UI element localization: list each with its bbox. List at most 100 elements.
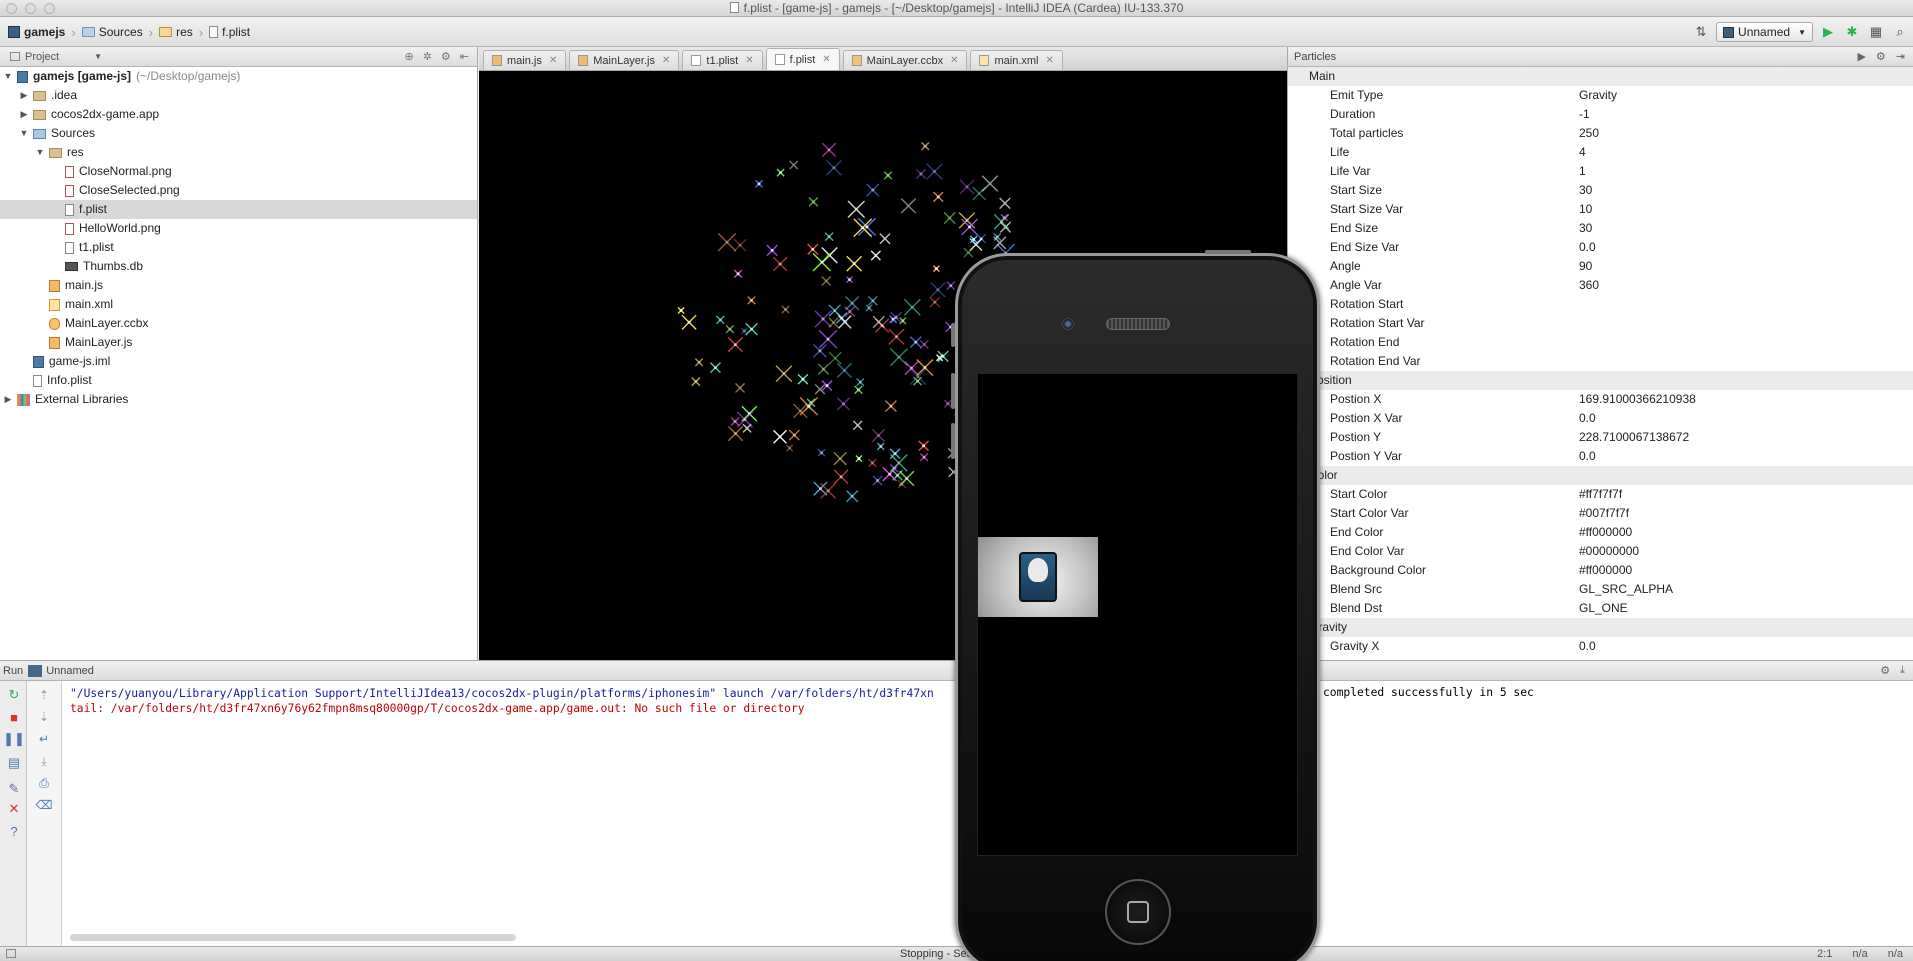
property-value[interactable]: 228.7100067138672 xyxy=(1579,428,1913,447)
property-row[interactable]: Rotation Start xyxy=(1288,295,1913,314)
property-row[interactable]: Start Size 30 xyxy=(1288,181,1913,200)
tree-item[interactable]: MainLayer.js xyxy=(0,333,477,352)
close-icon[interactable]: ✕ xyxy=(6,801,22,817)
gear-icon[interactable]: ⚙ xyxy=(1880,664,1890,677)
build-icon[interactable]: ⇅ xyxy=(1692,23,1710,41)
property-row[interactable]: End Size 30 xyxy=(1288,219,1913,238)
project-structure-icon[interactable]: ▦ xyxy=(1867,23,1885,41)
run-config-select[interactable]: Unnamed ▼ xyxy=(1716,22,1813,42)
hide-panel-icon[interactable]: ⤓ xyxy=(1900,664,1905,677)
property-value[interactable]: #ff000000 xyxy=(1579,561,1913,580)
tree-item[interactable]: ▼ gamejs [game-js] (~/Desktop/gamejs) xyxy=(0,67,477,86)
property-row[interactable]: Rotation End xyxy=(1288,333,1913,352)
print-icon[interactable]: ⎙ xyxy=(36,775,52,791)
project-view-select[interactable]: Project ▼ xyxy=(6,49,106,65)
property-group[interactable]: Gravity xyxy=(1288,618,1913,637)
volume-down-button[interactable] xyxy=(951,423,955,459)
close-tab-icon[interactable]: ✕ xyxy=(662,55,670,66)
close-tab-icon[interactable]: ✕ xyxy=(822,54,830,65)
property-value[interactable] xyxy=(1579,352,1913,371)
breadcrumb-file[interactable]: f.plist xyxy=(205,22,254,42)
property-value[interactable]: #007f7f7f xyxy=(1579,504,1913,523)
property-value[interactable]: 1 xyxy=(1579,162,1913,181)
property-value[interactable]: #00000000 xyxy=(1579,542,1913,561)
tree-item[interactable]: HelloWorld.png xyxy=(0,219,477,238)
property-row[interactable]: Start Color #ff7f7f7f xyxy=(1288,485,1913,504)
property-row[interactable]: Total particles 250 xyxy=(1288,124,1913,143)
property-value[interactable]: 0.0 xyxy=(1579,238,1913,257)
property-value[interactable]: #ff7f7f7f xyxy=(1579,485,1913,504)
tree-item[interactable]: ▶ External Libraries xyxy=(0,390,477,409)
tree-item[interactable]: main.xml xyxy=(0,295,477,314)
property-row[interactable]: End Color #ff000000 xyxy=(1288,523,1913,542)
property-value[interactable]: GL_SRC_ALPHA xyxy=(1579,580,1913,599)
tree-item[interactable]: Thumbs.db xyxy=(0,257,477,276)
tree-item[interactable]: main.js xyxy=(0,276,477,295)
volume-up-button[interactable] xyxy=(951,373,955,409)
tree-item[interactable]: ▶ cocos2dx-game.app xyxy=(0,105,477,124)
property-value[interactable]: 0.0 xyxy=(1579,447,1913,466)
property-row[interactable]: Background Color #ff000000 xyxy=(1288,561,1913,580)
scroll-to-end-icon[interactable]: ⤓ xyxy=(36,753,52,769)
close-tab-icon[interactable]: ✕ xyxy=(1046,55,1054,66)
tree-item[interactable]: t1.plist xyxy=(0,238,477,257)
iphone-simulator[interactable] xyxy=(951,250,1320,961)
property-group[interactable]: Main xyxy=(1288,67,1913,86)
editor-tab[interactable]: main.js ✕ xyxy=(483,50,567,70)
up-arrow-icon[interactable]: ⇡ xyxy=(36,687,52,703)
property-value[interactable]: 0.0 xyxy=(1579,409,1913,428)
tree-item[interactable]: f.plist xyxy=(0,200,477,219)
stop-icon[interactable]: ■ xyxy=(6,709,22,725)
property-row[interactable]: Rotation End Var xyxy=(1288,352,1913,371)
expand-open-icon[interactable]: ▼ xyxy=(18,124,30,143)
expand-open-icon[interactable]: ▼ xyxy=(34,143,46,162)
property-value[interactable]: 10 xyxy=(1579,200,1913,219)
property-row[interactable]: Gravity X 0.0 xyxy=(1288,637,1913,656)
tree-item[interactable]: ▶ .idea xyxy=(0,86,477,105)
close-tab-icon[interactable]: ✕ xyxy=(549,55,557,66)
gear-icon[interactable]: ⚙ xyxy=(441,50,451,63)
scroll-from-source-icon[interactable]: ⊕ xyxy=(404,50,413,63)
help-icon[interactable]: ? xyxy=(6,823,22,839)
tree-item[interactable]: CloseNormal.png xyxy=(0,162,477,181)
breadcrumb-res[interactable]: res xyxy=(155,22,197,42)
play-icon[interactable]: ▶ xyxy=(1857,50,1865,63)
simulator-screen[interactable] xyxy=(977,373,1298,856)
zoom-window-button[interactable] xyxy=(44,3,55,14)
gear-icon[interactable]: ⚙ xyxy=(1876,50,1886,63)
property-value[interactable] xyxy=(1579,333,1913,352)
close-tab-icon[interactable]: ✕ xyxy=(950,55,958,66)
expand-closed-icon[interactable]: ▶ xyxy=(18,105,30,124)
tree-item[interactable]: ▼ res xyxy=(0,143,477,162)
editor-tab[interactable]: f.plist ✕ xyxy=(765,48,840,70)
down-arrow-icon[interactable]: ⇣ xyxy=(36,709,52,725)
property-row[interactable]: Postion X 169.91000366210938 xyxy=(1288,390,1913,409)
property-row[interactable]: End Color Var #00000000 xyxy=(1288,542,1913,561)
tree-item[interactable]: CloseSelected.png xyxy=(0,181,477,200)
expand-open-icon[interactable]: ▼ xyxy=(2,67,14,86)
expand-closed-icon[interactable]: ▶ xyxy=(18,86,30,105)
property-value[interactable]: Gravity xyxy=(1579,86,1913,105)
breadcrumb-project[interactable]: gamejs xyxy=(4,22,69,42)
property-value[interactable]: 360 xyxy=(1579,276,1913,295)
property-value[interactable] xyxy=(1579,295,1913,314)
minimize-window-button[interactable] xyxy=(25,3,36,14)
property-row[interactable]: Life 4 xyxy=(1288,143,1913,162)
property-row[interactable]: Angle 90 xyxy=(1288,257,1913,276)
property-row[interactable]: Emit Type Gravity xyxy=(1288,86,1913,105)
property-row[interactable]: Blend Src GL_SRC_ALPHA xyxy=(1288,580,1913,599)
panel-toggle-icon[interactable] xyxy=(6,949,16,958)
property-row[interactable]: Start Size Var 10 xyxy=(1288,200,1913,219)
close-tab-icon[interactable]: ✕ xyxy=(745,55,753,66)
property-value[interactable]: 169.91000366210938 xyxy=(1579,390,1913,409)
property-row[interactable]: Postion Y 228.7100067138672 xyxy=(1288,428,1913,447)
tree-item[interactable]: ▼ Sources xyxy=(0,124,477,143)
home-button[interactable] xyxy=(1105,879,1171,945)
run-icon[interactable]: ▶ xyxy=(1819,23,1837,41)
editor-tab[interactable]: t1.plist ✕ xyxy=(682,50,763,70)
property-row[interactable]: End Size Var 0.0 xyxy=(1288,238,1913,257)
hide-panel-icon[interactable]: ⇥ xyxy=(1896,50,1905,63)
property-value[interactable]: 30 xyxy=(1579,219,1913,238)
property-value[interactable]: GL_ONE xyxy=(1579,599,1913,618)
collapse-all-icon[interactable]: ✲ xyxy=(423,50,432,63)
